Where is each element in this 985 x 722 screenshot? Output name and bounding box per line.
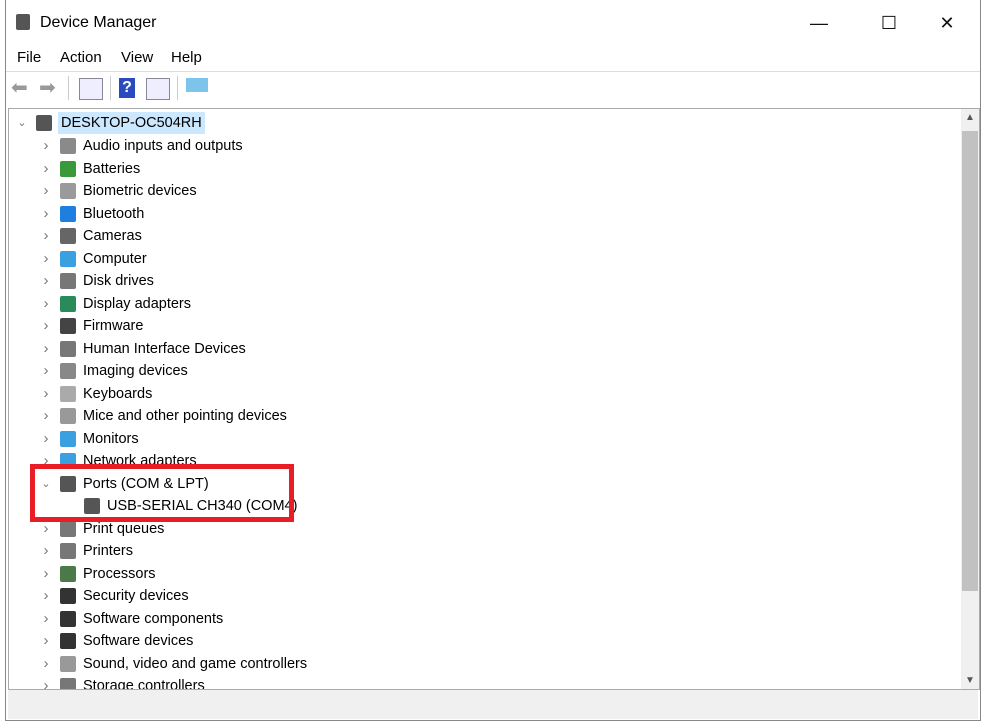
chevron-right-icon[interactable]: › (41, 270, 51, 292)
chevron-right-icon[interactable]: › (41, 135, 51, 157)
item-label: Human Interface Devices (83, 340, 246, 357)
menu-file[interactable]: File (17, 49, 41, 66)
window-title: Device Manager (40, 14, 157, 31)
chevron-right-icon[interactable]: › (41, 248, 51, 270)
device-category-icon (60, 295, 76, 312)
device-category-icon (60, 610, 76, 627)
scroll-up-icon[interactable]: ▲ (961, 112, 979, 123)
device-category-icon (60, 205, 76, 222)
chevron-right-icon[interactable]: › (41, 630, 51, 652)
menu-view[interactable]: View (121, 49, 153, 66)
device-category-icon (60, 250, 76, 267)
device-category-icon (60, 385, 76, 402)
item-label: Imaging devices (83, 363, 188, 379)
help-icon[interactable]: ? (119, 78, 135, 98)
device-category-icon (60, 543, 76, 559)
chevron-right-icon[interactable]: › (41, 180, 51, 202)
device-manager-window: Device Manager — ☐ ✕ File Action View He… (5, 0, 981, 721)
item-label: Sound, video and game controllers (83, 655, 308, 672)
close-button[interactable]: ✕ (924, 8, 970, 38)
chevron-right-icon[interactable]: › (41, 585, 51, 607)
maximize-button[interactable]: ☐ (866, 8, 912, 38)
item-label: Bluetooth (83, 205, 145, 222)
update-driver-icon[interactable] (146, 78, 170, 100)
title-bar: Device Manager — ☐ ✕ (6, 0, 980, 46)
device-category-icon (60, 228, 76, 244)
item-label: Audio inputs and outputs (83, 138, 243, 154)
chevron-right-icon[interactable]: › (41, 293, 51, 315)
chevron-right-icon[interactable]: › (41, 405, 51, 427)
menu-bar: File Action View Help (6, 46, 980, 70)
device-category-icon (60, 273, 76, 289)
red-highlight-box (30, 464, 294, 522)
item-label: Processors (83, 565, 156, 582)
chevron-right-icon[interactable]: › (41, 338, 51, 360)
chevron-right-icon[interactable]: › (41, 540, 51, 562)
item-label: Software devices (83, 633, 194, 649)
back-icon[interactable]: ⬅ (11, 78, 33, 98)
device-category-icon (60, 430, 76, 447)
scroll-down-icon[interactable]: ▼ (961, 675, 979, 686)
item-label: Batteries (83, 160, 141, 177)
device-category-icon (60, 655, 76, 672)
minimize-button[interactable]: — (796, 8, 842, 38)
item-label: Biometric devices (83, 183, 197, 199)
item-label: Keyboards (83, 385, 153, 402)
chevron-right-icon[interactable]: › (41, 563, 51, 585)
device-category-icon (60, 408, 76, 424)
forward-icon[interactable]: ➡ (39, 78, 61, 98)
chevron-right-icon[interactable]: › (41, 225, 51, 247)
item-label: Printers (83, 543, 133, 559)
toolbar-separator (110, 76, 111, 100)
device-tree: ⌄ DESKTOP-OC504RH › Audio inputs and outp… (8, 108, 980, 690)
device-category-icon (60, 340, 76, 357)
chevron-right-icon[interactable]: › (41, 653, 51, 675)
device-category-icon (60, 588, 76, 604)
menu-help[interactable]: Help (171, 49, 202, 66)
device-category-icon (60, 160, 76, 177)
device-category-icon (60, 633, 76, 649)
item-label: Security devices (83, 588, 189, 604)
vertical-scrollbar[interactable]: ▲ ▼ (961, 109, 979, 689)
item-label: Cameras (83, 228, 142, 244)
device-category-icon (60, 183, 76, 199)
device-category-icon (60, 678, 76, 689)
device-category-icon (60, 363, 76, 379)
item-label: Mice and other pointing devices (83, 408, 287, 424)
item-label: Firmware (83, 318, 144, 334)
item-label: Storage controllers (83, 678, 205, 690)
item-label: Software components (83, 610, 224, 627)
chevron-right-icon[interactable]: › (41, 360, 51, 382)
properties-icon[interactable] (79, 78, 103, 100)
device-category-icon (60, 565, 76, 582)
chevron-right-icon[interactable]: › (41, 383, 51, 405)
device-category-icon (60, 318, 76, 334)
device-manager-icon (16, 14, 30, 30)
device-category-icon (60, 138, 76, 154)
device-category-icon (60, 520, 76, 537)
toolbar: ⬅ ➡ ? (6, 71, 980, 104)
chevron-right-icon[interactable]: › (41, 675, 51, 689)
chevron-right-icon[interactable]: › (41, 315, 51, 337)
chevron-right-icon[interactable]: › (41, 428, 51, 450)
scan-hardware-icon[interactable] (186, 78, 208, 92)
root-label: DESKTOP-OC504RH (58, 112, 205, 134)
computer-icon (36, 115, 52, 131)
scrollbar-thumb[interactable] (962, 131, 978, 591)
status-bar (8, 690, 978, 719)
toolbar-separator (68, 76, 69, 100)
toolbar-separator (177, 76, 178, 100)
item-label: Disk drives (83, 273, 154, 289)
chevron-right-icon[interactable]: › (41, 203, 51, 225)
chevron-right-icon[interactable]: › (41, 158, 51, 180)
item-label: Computer (83, 250, 147, 267)
menu-action[interactable]: Action (60, 49, 102, 66)
chevron-right-icon[interactable]: › (41, 608, 51, 630)
chevron-down-icon[interactable]: ⌄ (17, 112, 27, 134)
item-label: Monitors (83, 430, 139, 447)
item-label: Display adapters (83, 295, 191, 312)
